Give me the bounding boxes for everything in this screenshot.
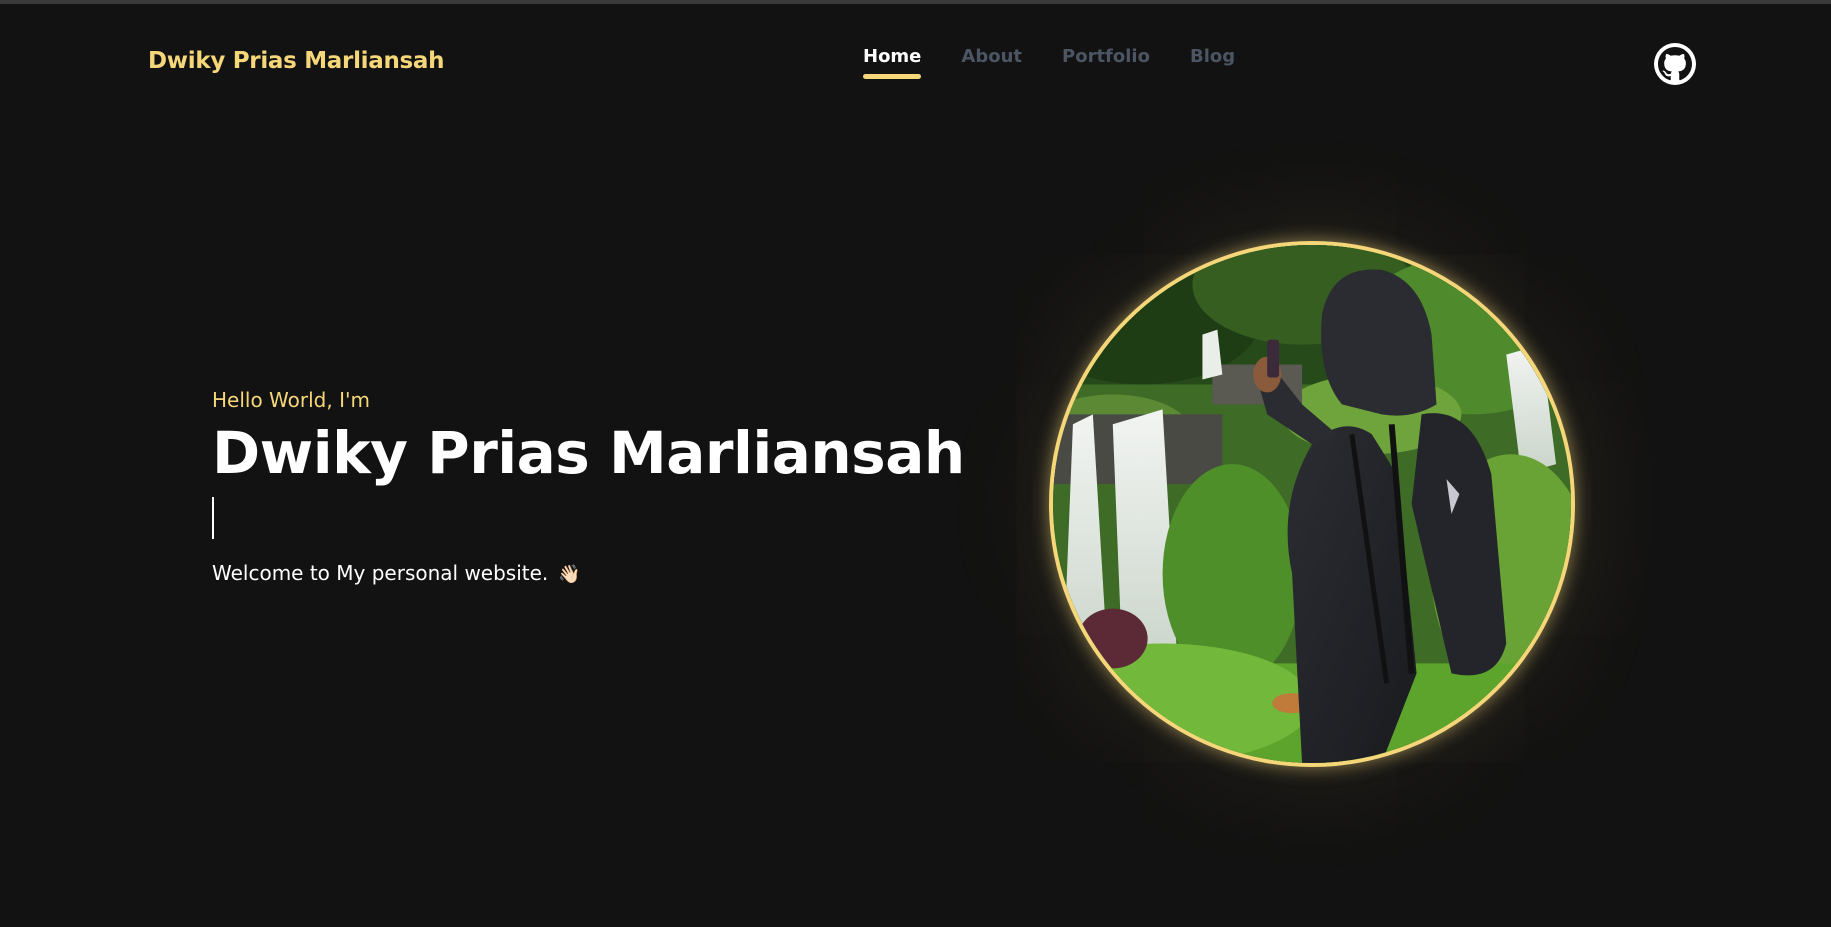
profile-photo-image xyxy=(1053,245,1571,763)
hero-welcome: Welcome to My personal website. 👋🏻 xyxy=(212,561,965,585)
github-link[interactable] xyxy=(1654,43,1696,85)
hero-section: Hello World, I'm Dwiky Prias Marliansah … xyxy=(212,388,965,585)
nav-blog[interactable]: Blog xyxy=(1190,46,1235,79)
wave-hand-icon: 👋🏻 xyxy=(558,563,581,585)
typing-cursor xyxy=(212,496,214,539)
hero-name: Dwiky Prias Marliansah xyxy=(212,419,965,487)
brand-logo-text[interactable]: Dwiky Prias Marliansah xyxy=(148,48,445,74)
hero-greeting: Hello World, I'm xyxy=(212,388,370,412)
window-top-border xyxy=(0,0,1831,4)
nav-portfolio[interactable]: Portfolio xyxy=(1062,46,1150,79)
welcome-text: Welcome to My personal website. xyxy=(212,560,549,585)
nav-about[interactable]: About xyxy=(961,46,1022,79)
nav-home[interactable]: Home xyxy=(863,46,922,79)
profile-photo xyxy=(1049,241,1575,767)
github-icon xyxy=(1658,47,1692,81)
main-nav: Home About Portfolio Blog xyxy=(863,46,1235,79)
